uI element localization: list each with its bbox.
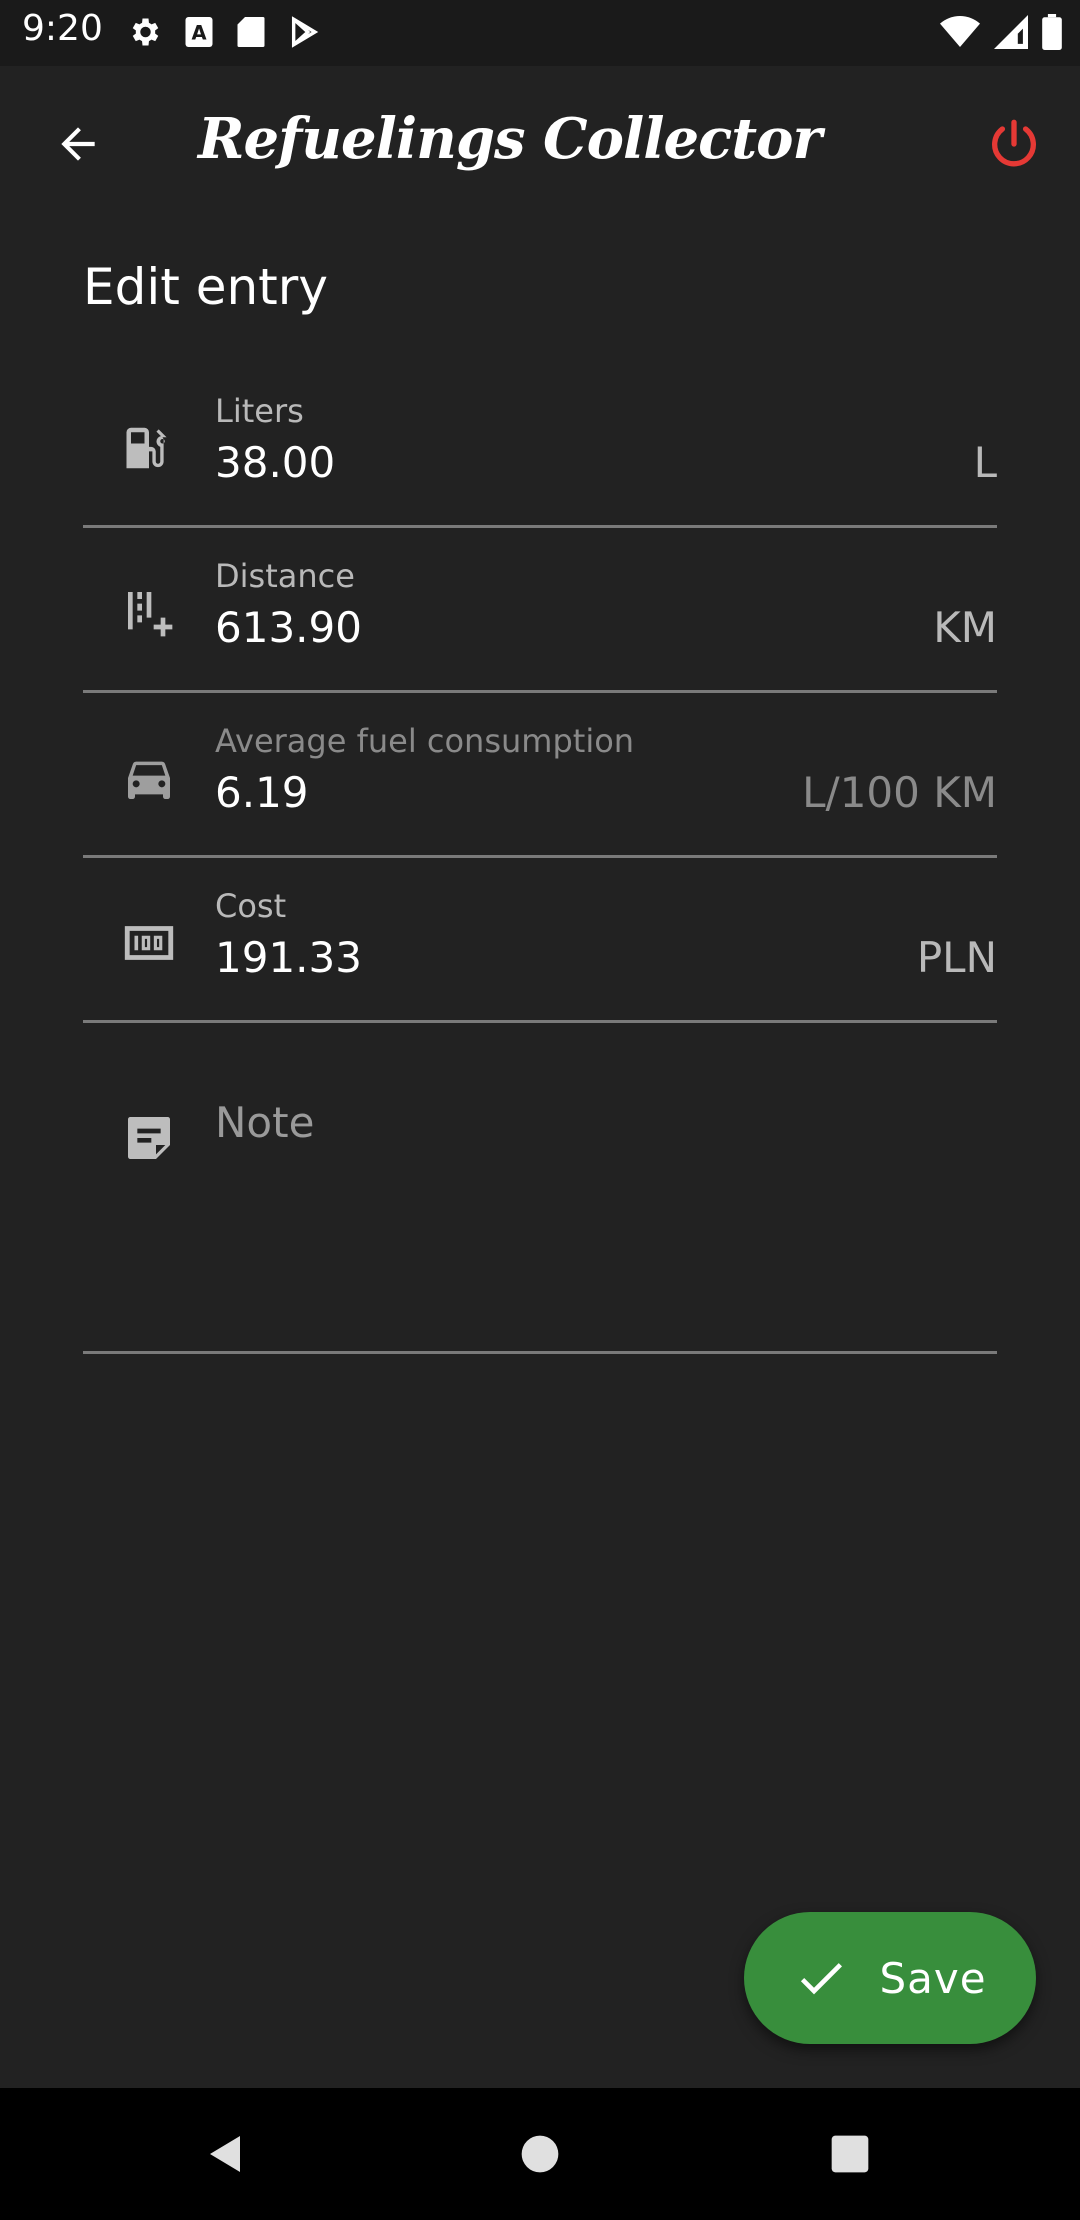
- liters-value[interactable]: 38.00: [215, 438, 335, 487]
- gear-icon: [126, 14, 162, 54]
- wifi-icon: [940, 15, 980, 53]
- navigation-bar: [0, 2088, 1080, 2220]
- distance-label: Distance: [215, 557, 355, 595]
- status-right-icons: [940, 14, 1062, 54]
- app-bar: Refuelings Collector: [0, 66, 1080, 222]
- distance-value[interactable]: 613.90: [215, 603, 362, 652]
- battery-icon: [1042, 14, 1062, 54]
- page-title: Edit entry: [83, 258, 328, 316]
- consumption-label: Average fuel consumption: [215, 722, 635, 760]
- arrow-left-icon: [61, 127, 95, 161]
- sd-card-icon: [236, 15, 266, 53]
- save-label: Save: [879, 1953, 987, 2003]
- liters-label: Liters: [215, 392, 304, 430]
- cost-value[interactable]: 191.33: [215, 933, 362, 982]
- distance-field[interactable]: Distance 613.90 KM: [83, 541, 997, 693]
- consumption-value: 6.19: [215, 768, 309, 817]
- distance-unit: KM: [933, 603, 997, 652]
- consumption-unit: L/100 KM: [802, 768, 997, 817]
- consumption-field: Average fuel consumption 6.19 L/100 KM: [83, 706, 997, 858]
- cost-label: Cost: [215, 887, 287, 925]
- money-icon: [119, 913, 179, 973]
- nav-recents-button[interactable]: [816, 2120, 884, 2188]
- signal-icon: [994, 15, 1028, 53]
- liters-field[interactable]: Liters 38.00 L: [83, 376, 997, 528]
- status-time: 9:20: [22, 8, 103, 49]
- status-left-icons: A: [126, 14, 322, 54]
- fuel-pump-icon: [119, 418, 179, 478]
- recents-square-icon: [831, 2135, 869, 2173]
- status-bar: 9:20 A: [0, 0, 1080, 66]
- power-button[interactable]: [980, 110, 1048, 178]
- power-icon: [992, 119, 1036, 167]
- a-icon: A: [184, 15, 214, 53]
- cost-field[interactable]: Cost 191.33 PLN: [83, 871, 997, 1023]
- car-icon: [119, 748, 179, 808]
- back-triangle-icon: [210, 2136, 240, 2172]
- nav-home-button[interactable]: [506, 2120, 574, 2188]
- note-icon: [119, 1108, 179, 1168]
- distance-icon: [119, 583, 179, 643]
- cost-unit: PLN: [916, 933, 997, 982]
- liters-unit: L: [973, 438, 997, 487]
- play-store-icon: [288, 15, 322, 53]
- check-icon: [801, 1963, 843, 1995]
- back-button[interactable]: [44, 110, 112, 178]
- svg-text:A: A: [191, 22, 206, 45]
- note-field[interactable]: Note: [83, 1036, 997, 1354]
- home-circle-icon: [521, 2135, 559, 2173]
- save-button[interactable]: Save: [744, 1912, 1036, 2044]
- app-title: Refuelings Collector: [198, 106, 822, 172]
- nav-back-button[interactable]: [192, 2120, 260, 2188]
- note-input[interactable]: Note: [215, 1098, 314, 1147]
